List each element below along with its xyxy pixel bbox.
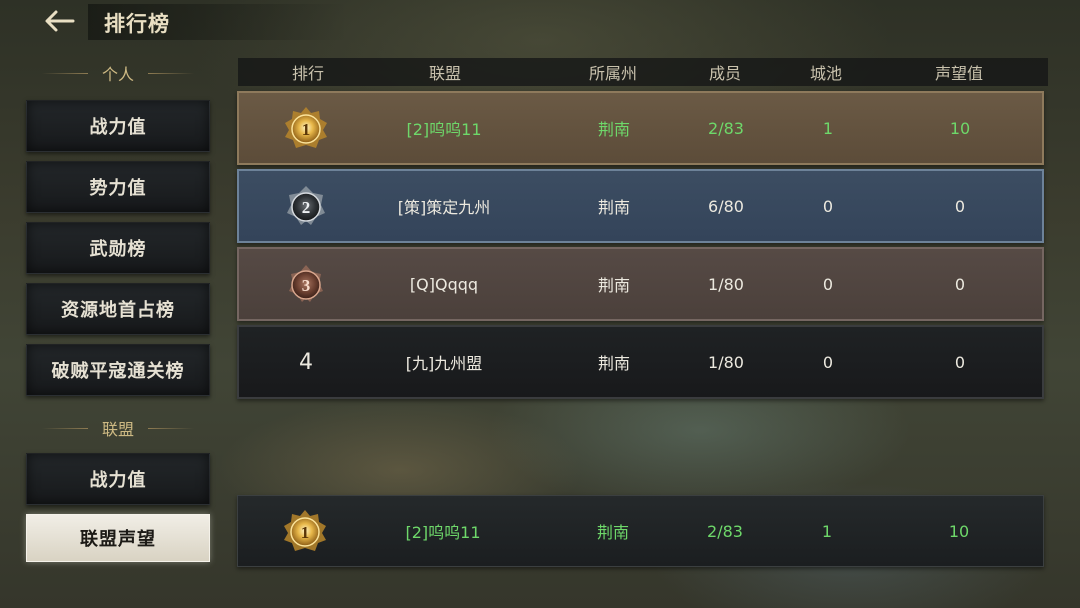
- column-header-alliance: 联盟: [428, 64, 462, 83]
- sidebar-item-alliance-prestige[interactable]: 联盟声望: [26, 514, 210, 562]
- alliance-section-label: 联盟: [102, 420, 135, 439]
- personal-section-label: 个人: [102, 65, 135, 84]
- members-cell: 1/80: [708, 274, 744, 294]
- column-header-prestige: 声望值: [934, 64, 984, 83]
- alliance-name-cell: [2]呜呜11: [406, 120, 482, 139]
- table-row[interactable]: 1 [2]呜呜11 荆南 2/83 1 10: [237, 91, 1044, 165]
- rank-cell: 3: [283, 249, 329, 319]
- alliance-name-cell: [九]九州盟: [405, 354, 483, 373]
- state-cell: 荆南: [597, 120, 631, 139]
- prestige-cell: 0: [954, 352, 966, 372]
- alliance-name-cell: [2]呜呜11: [405, 523, 481, 542]
- sidebar-item-personal-power[interactable]: 战力值: [26, 100, 210, 152]
- alliance-section-title: 联盟: [28, 417, 208, 439]
- silver-medal-icon: 2: [287, 186, 325, 225]
- column-header-state: 所属州: [588, 64, 638, 83]
- cities-cell: 1: [821, 521, 833, 541]
- members-cell: 2/83: [707, 521, 743, 541]
- alliance-name-cell: [策]策定九州: [397, 198, 491, 217]
- members-cell: 2/83: [708, 118, 744, 138]
- page-title: 排行榜: [104, 12, 170, 36]
- rank-cell: 1: [282, 496, 328, 566]
- table-row[interactable]: 2 [策]策定九州 荆南 6/80 0 0: [237, 169, 1044, 243]
- state-cell: 荆南: [597, 276, 631, 295]
- table-header: 排行 联盟 所属州 成员 城池 声望值: [238, 58, 1048, 86]
- gold-medal-icon: 1: [285, 107, 327, 148]
- my-alliance-row[interactable]: 1 [2]呜呜11 荆南 2/83 1 10: [237, 495, 1044, 567]
- cities-cell: 0: [822, 274, 834, 294]
- prestige-cell: 10: [948, 521, 970, 541]
- back-arrow-icon: [43, 9, 77, 33]
- table-row[interactable]: 3 [Q]Qqqq 荆南 1/80 0 0: [237, 247, 1044, 321]
- alliance-name-cell: [Q]Qqqq: [409, 274, 479, 294]
- rank-cell: 2: [283, 171, 329, 241]
- sidebar-item-bandit-clear[interactable]: 破贼平寇通关榜: [26, 344, 210, 396]
- column-header-members: 成员: [708, 64, 742, 83]
- back-button[interactable]: [36, 6, 84, 36]
- state-cell: 荆南: [596, 523, 630, 542]
- cities-cell: 0: [822, 196, 834, 216]
- column-header-rank: 排行: [291, 64, 325, 83]
- gold-medal-icon: 1: [284, 510, 326, 551]
- cities-cell: 1: [822, 118, 834, 138]
- svg-text:3: 3: [302, 276, 311, 295]
- prestige-cell: 0: [954, 274, 966, 294]
- personal-section-title: 个人: [28, 62, 208, 84]
- sidebar-item-merit-ranking[interactable]: 武勋榜: [26, 222, 210, 274]
- sidebar-item-personal-influence[interactable]: 势力值: [26, 161, 210, 213]
- members-cell: 6/80: [708, 196, 744, 216]
- sidebar-item-alliance-power[interactable]: 战力值: [26, 453, 210, 505]
- cities-cell: 0: [822, 352, 834, 372]
- svg-text:1: 1: [301, 523, 310, 542]
- sidebar-item-resource-first-capture[interactable]: 资源地首占榜: [26, 283, 210, 335]
- rank-cell: 1: [283, 93, 329, 163]
- rank-cell: 4: [299, 349, 313, 375]
- members-cell: 1/80: [708, 352, 744, 372]
- state-cell: 荆南: [597, 198, 631, 217]
- svg-text:1: 1: [302, 120, 311, 139]
- column-header-cities: 城池: [809, 64, 843, 83]
- prestige-cell: 0: [954, 196, 966, 216]
- state-cell: 荆南: [597, 354, 631, 373]
- svg-text:2: 2: [302, 198, 311, 217]
- table-row[interactable]: 4 [九]九州盟 荆南 1/80 0 0: [237, 325, 1044, 399]
- bronze-medal-icon: 3: [289, 265, 323, 302]
- prestige-cell: 10: [949, 118, 971, 138]
